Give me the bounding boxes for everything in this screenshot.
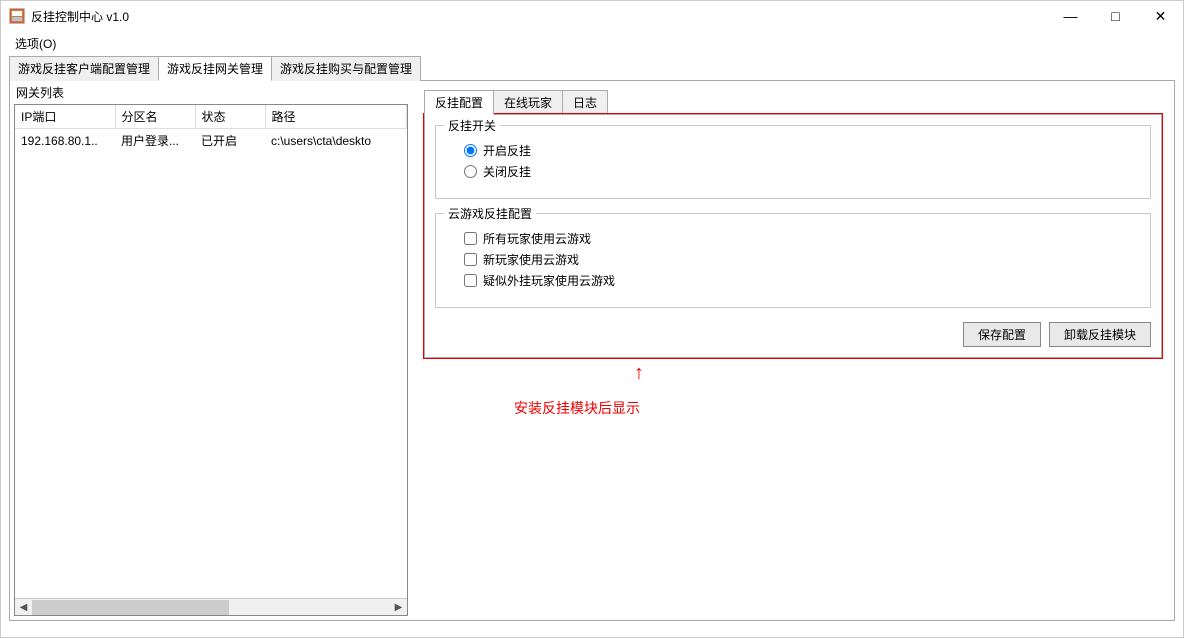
cell-ip: 192.168.80.1.. <box>15 129 115 153</box>
sub-content: 反挂开关 开启反挂 关闭反挂 云游戏反挂配置 所有玩家使用云游戏 <box>424 114 1162 358</box>
window-title: 反挂控制中心 v1.0 <box>31 8 1048 25</box>
cell-status: 已开启 <box>195 129 265 153</box>
switch-group-title: 反挂开关 <box>444 117 500 134</box>
col-ip[interactable]: IP端口 <box>15 105 115 129</box>
check-new-players-label: 新玩家使用云游戏 <box>483 251 579 268</box>
col-status[interactable]: 状态 <box>195 105 265 129</box>
tab-content: 网关列表 IP端口 分区名 状态 路径 <box>9 81 1175 621</box>
unload-button[interactable]: 卸载反挂模块 <box>1049 322 1151 347</box>
sub-tab-log[interactable]: 日志 <box>562 90 608 115</box>
col-zone[interactable]: 分区名 <box>115 105 195 129</box>
main-tabs: 游戏反挂客户端配置管理 游戏反挂网关管理 游戏反挂购买与配置管理 网关列表 IP… <box>9 55 1175 621</box>
minimize-button[interactable]: ― <box>1048 1 1093 31</box>
maximize-button[interactable]: □ <box>1093 1 1138 31</box>
radio-disable[interactable]: 关闭反挂 <box>464 163 1136 180</box>
arrow-up-icon: ↑ <box>634 362 644 385</box>
table-row[interactable]: 192.168.80.1.. 用户登录... 已开启 c:\users\cta\… <box>15 129 407 153</box>
button-row: 保存配置 卸载反挂模块 <box>435 322 1151 347</box>
col-path[interactable]: 路径 <box>265 105 407 129</box>
titlebar: 反挂控制中心 v1.0 ― □ ✕ <box>1 1 1183 31</box>
table-header-row: IP端口 分区名 状态 路径 <box>15 105 407 129</box>
cloud-group-title: 云游戏反挂配置 <box>444 205 536 222</box>
check-suspect-players[interactable]: 疑似外挂玩家使用云游戏 <box>464 272 1136 289</box>
gateway-list-title: 网关列表 <box>10 81 412 104</box>
check-all-players-label: 所有玩家使用云游戏 <box>483 230 591 247</box>
main-tab-1[interactable]: 游戏反挂网关管理 <box>158 56 272 81</box>
radio-disable-input[interactable] <box>464 165 477 178</box>
radio-enable[interactable]: 开启反挂 <box>464 142 1136 159</box>
main-tab-row: 游戏反挂客户端配置管理 游戏反挂网关管理 游戏反挂购买与配置管理 <box>9 55 1175 81</box>
main-tab-0[interactable]: 游戏反挂客户端配置管理 <box>9 56 159 81</box>
radio-disable-label: 关闭反挂 <box>483 163 531 180</box>
check-suspect-players-input[interactable] <box>464 274 477 287</box>
gateway-table[interactable]: IP端口 分区名 状态 路径 192.168.80.1.. 用户登录... 已开… <box>15 105 407 598</box>
scroll-track[interactable] <box>32 599 390 615</box>
check-new-players[interactable]: 新玩家使用云游戏 <box>464 251 1136 268</box>
cloud-group: 云游戏反挂配置 所有玩家使用云游戏 新玩家使用云游戏 疑似外挂玩家使用云游戏 <box>435 213 1151 308</box>
check-new-players-input[interactable] <box>464 253 477 266</box>
menu-options[interactable]: 选项(O) <box>11 33 60 54</box>
left-panel: 网关列表 IP端口 分区名 状态 路径 <box>10 81 412 620</box>
right-panel: 反挂配置 在线玩家 日志 反挂开关 开启反挂 关闭反挂 <box>412 81 1170 620</box>
save-button[interactable]: 保存配置 <box>963 322 1041 347</box>
switch-group: 反挂开关 开启反挂 关闭反挂 <box>435 125 1151 199</box>
main-tab-2[interactable]: 游戏反挂购买与配置管理 <box>271 56 421 81</box>
horizontal-scrollbar[interactable]: ◀ ▶ <box>15 598 407 615</box>
gateway-table-wrap: IP端口 分区名 状态 路径 192.168.80.1.. 用户登录... 已开… <box>14 104 408 616</box>
menu-bar: 选项(O) <box>1 31 1183 53</box>
radio-enable-input[interactable] <box>464 144 477 157</box>
scroll-left-icon[interactable]: ◀ <box>15 599 32 616</box>
sub-tab-online[interactable]: 在线玩家 <box>493 90 563 115</box>
app-icon <box>9 8 25 24</box>
annotation: ↑ 安装反挂模块后显示 <box>514 398 1162 418</box>
cell-zone: 用户登录... <box>115 129 195 153</box>
cell-path: c:\users\cta\deskto <box>265 129 407 153</box>
check-suspect-players-label: 疑似外挂玩家使用云游戏 <box>483 272 615 289</box>
sub-tab-row: 反挂配置 在线玩家 日志 <box>424 89 1162 114</box>
annotation-text: 安装反挂模块后显示 <box>514 400 640 416</box>
close-button[interactable]: ✕ <box>1138 1 1183 31</box>
scroll-thumb[interactable] <box>32 600 229 615</box>
sub-tab-config[interactable]: 反挂配置 <box>424 90 494 115</box>
check-all-players[interactable]: 所有玩家使用云游戏 <box>464 230 1136 247</box>
scroll-right-icon[interactable]: ▶ <box>390 599 407 616</box>
radio-enable-label: 开启反挂 <box>483 142 531 159</box>
check-all-players-input[interactable] <box>464 232 477 245</box>
